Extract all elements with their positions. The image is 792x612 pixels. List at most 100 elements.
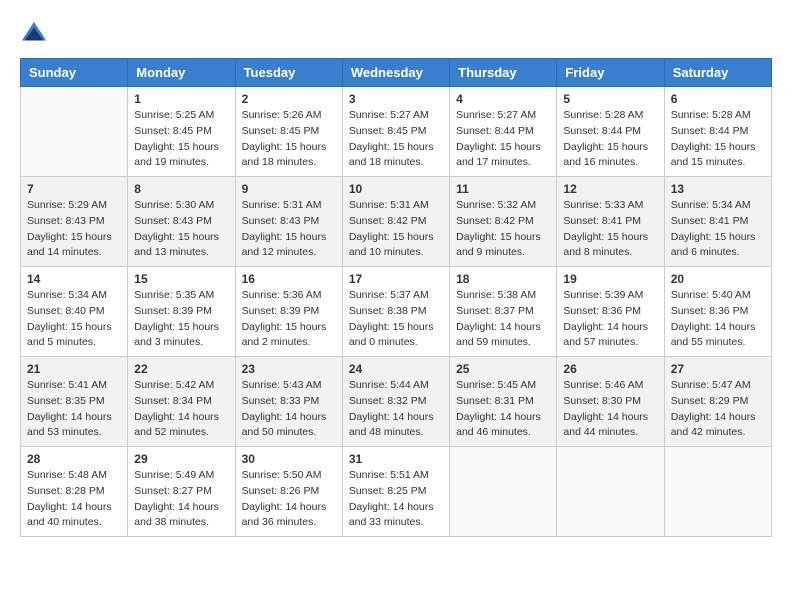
day-number: 24 (349, 362, 443, 376)
day-info: Sunrise: 5:28 AM Sunset: 8:44 PM Dayligh… (563, 108, 657, 171)
day-info: Sunrise: 5:39 AM Sunset: 8:36 PM Dayligh… (563, 288, 657, 351)
calendar-cell: 15Sunrise: 5:35 AM Sunset: 8:39 PM Dayli… (128, 267, 235, 357)
day-number: 3 (349, 92, 443, 106)
day-info: Sunrise: 5:36 AM Sunset: 8:39 PM Dayligh… (242, 288, 336, 351)
day-info: Sunrise: 5:31 AM Sunset: 8:43 PM Dayligh… (242, 198, 336, 261)
day-info: Sunrise: 5:47 AM Sunset: 8:29 PM Dayligh… (671, 378, 765, 441)
day-info: Sunrise: 5:27 AM Sunset: 8:44 PM Dayligh… (456, 108, 550, 171)
calendar-cell: 7 Sunrise: 5:29 AM Sunset: 8:43 PM Daylig… (21, 177, 128, 267)
day-number: 7 (27, 182, 121, 196)
day-number: 14 (27, 272, 121, 286)
calendar-cell: 9 Sunrise: 5:31 AM Sunset: 8:43 PM Daylig… (235, 177, 342, 267)
calendar-cell (664, 447, 771, 537)
day-info: Sunrise: 5:29 AM Sunset: 8:43 PM Dayligh… (27, 198, 121, 261)
day-info: Sunrise: 5:35 AM Sunset: 8:39 PM Dayligh… (134, 288, 228, 351)
calendar-cell: 8 Sunrise: 5:30 AM Sunset: 8:43 PM Daylig… (128, 177, 235, 267)
logo (20, 20, 52, 48)
calendar-cell: 2 Sunrise: 5:26 AM Sunset: 8:45 PM Daylig… (235, 87, 342, 177)
weekday-header-friday: Friday (557, 59, 664, 87)
calendar-cell: 11Sunrise: 5:32 AM Sunset: 8:42 PM Dayli… (450, 177, 557, 267)
weekday-header-thursday: Thursday (450, 59, 557, 87)
day-number: 11 (456, 182, 550, 196)
day-number: 22 (134, 362, 228, 376)
calendar-cell: 27 Sunrise: 5:47 AM Sunset: 8:29 PM Dayli… (664, 357, 771, 447)
weekday-header-wednesday: Wednesday (342, 59, 449, 87)
day-number: 23 (242, 362, 336, 376)
day-number: 8 (134, 182, 228, 196)
day-number: 17 (349, 272, 443, 286)
day-info: Sunrise: 5:42 AM Sunset: 8:34 PM Dayligh… (134, 378, 228, 441)
calendar-cell: 18Sunrise: 5:38 AM Sunset: 8:37 PM Dayli… (450, 267, 557, 357)
day-number: 10 (349, 182, 443, 196)
day-info: Sunrise: 5:37 AM Sunset: 8:38 PM Dayligh… (349, 288, 443, 351)
day-number: 19 (563, 272, 657, 286)
day-info: Sunrise: 5:51 AM Sunset: 8:25 PM Dayligh… (349, 468, 443, 531)
calendar-cell: 5 Sunrise: 5:28 AM Sunset: 8:44 PM Daylig… (557, 87, 664, 177)
day-info: Sunrise: 5:30 AM Sunset: 8:43 PM Dayligh… (134, 198, 228, 261)
day-number: 1 (134, 92, 228, 106)
calendar-cell: 30 Sunrise: 5:50 AM Sunset: 8:26 PM Dayli… (235, 447, 342, 537)
calendar-cell: 4Sunrise: 5:27 AM Sunset: 8:44 PM Daylig… (450, 87, 557, 177)
calendar-week-1: 1 Sunrise: 5:25 AM Sunset: 8:45 PM Daylig… (21, 87, 772, 177)
calendar-cell: 13Sunrise: 5:34 AM Sunset: 8:41 PM Dayli… (664, 177, 771, 267)
calendar-cell: 23 Sunrise: 5:43 AM Sunset: 8:33 PM Dayli… (235, 357, 342, 447)
day-info: Sunrise: 5:46 AM Sunset: 8:30 PM Dayligh… (563, 378, 657, 441)
day-number: 13 (671, 182, 765, 196)
calendar-week-2: 7 Sunrise: 5:29 AM Sunset: 8:43 PM Daylig… (21, 177, 772, 267)
logo-icon (20, 20, 48, 48)
day-number: 30 (242, 452, 336, 466)
day-info: Sunrise: 5:31 AM Sunset: 8:42 PM Dayligh… (349, 198, 443, 261)
calendar-cell (450, 447, 557, 537)
calendar-cell: 20 Sunrise: 5:40 AM Sunset: 8:36 PM Dayli… (664, 267, 771, 357)
weekday-header-monday: Monday (128, 59, 235, 87)
day-number: 20 (671, 272, 765, 286)
day-info: Sunrise: 5:26 AM Sunset: 8:45 PM Dayligh… (242, 108, 336, 171)
day-number: 25 (456, 362, 550, 376)
calendar-table: SundayMondayTuesdayWednesdayThursdayFrid… (20, 58, 772, 537)
calendar-cell: 3Sunrise: 5:27 AM Sunset: 8:45 PM Daylig… (342, 87, 449, 177)
day-number: 31 (349, 452, 443, 466)
calendar-week-5: 28 Sunrise: 5:48 AM Sunset: 8:28 PM Dayli… (21, 447, 772, 537)
day-number: 29 (134, 452, 228, 466)
weekday-header-saturday: Saturday (664, 59, 771, 87)
day-info: Sunrise: 5:34 AM Sunset: 8:40 PM Dayligh… (27, 288, 121, 351)
day-number: 9 (242, 182, 336, 196)
calendar-cell: 29Sunrise: 5:49 AM Sunset: 8:27 PM Dayli… (128, 447, 235, 537)
calendar-cell: 12 Sunrise: 5:33 AM Sunset: 8:41 PM Dayli… (557, 177, 664, 267)
calendar-cell: 17 Sunrise: 5:37 AM Sunset: 8:38 PM Dayli… (342, 267, 449, 357)
day-number: 2 (242, 92, 336, 106)
calendar-cell: 24 Sunrise: 5:44 AM Sunset: 8:32 PM Dayli… (342, 357, 449, 447)
day-info: Sunrise: 5:43 AM Sunset: 8:33 PM Dayligh… (242, 378, 336, 441)
calendar-week-4: 21Sunrise: 5:41 AM Sunset: 8:35 PM Dayli… (21, 357, 772, 447)
day-info: Sunrise: 5:33 AM Sunset: 8:41 PM Dayligh… (563, 198, 657, 261)
calendar-week-3: 14 Sunrise: 5:34 AM Sunset: 8:40 PM Dayli… (21, 267, 772, 357)
calendar-cell: 10 Sunrise: 5:31 AM Sunset: 8:42 PM Dayli… (342, 177, 449, 267)
weekday-header-row: SundayMondayTuesdayWednesdayThursdayFrid… (21, 59, 772, 87)
day-number: 26 (563, 362, 657, 376)
day-info: Sunrise: 5:25 AM Sunset: 8:45 PM Dayligh… (134, 108, 228, 171)
calendar-cell: 21Sunrise: 5:41 AM Sunset: 8:35 PM Dayli… (21, 357, 128, 447)
day-number: 5 (563, 92, 657, 106)
day-number: 28 (27, 452, 121, 466)
day-number: 21 (27, 362, 121, 376)
day-info: Sunrise: 5:40 AM Sunset: 8:36 PM Dayligh… (671, 288, 765, 351)
weekday-header-sunday: Sunday (21, 59, 128, 87)
calendar-cell: 6Sunrise: 5:28 AM Sunset: 8:44 PM Daylig… (664, 87, 771, 177)
calendar-cell (557, 447, 664, 537)
day-info: Sunrise: 5:44 AM Sunset: 8:32 PM Dayligh… (349, 378, 443, 441)
day-info: Sunrise: 5:38 AM Sunset: 8:37 PM Dayligh… (456, 288, 550, 351)
day-info: Sunrise: 5:48 AM Sunset: 8:28 PM Dayligh… (27, 468, 121, 531)
calendar-cell: 14 Sunrise: 5:34 AM Sunset: 8:40 PM Dayli… (21, 267, 128, 357)
day-number: 12 (563, 182, 657, 196)
calendar-cell: 19 Sunrise: 5:39 AM Sunset: 8:36 PM Dayli… (557, 267, 664, 357)
calendar-cell: 28 Sunrise: 5:48 AM Sunset: 8:28 PM Dayli… (21, 447, 128, 537)
day-number: 27 (671, 362, 765, 376)
day-number: 16 (242, 272, 336, 286)
calendar-cell: 16 Sunrise: 5:36 AM Sunset: 8:39 PM Dayli… (235, 267, 342, 357)
calendar-cell: 22 Sunrise: 5:42 AM Sunset: 8:34 PM Dayli… (128, 357, 235, 447)
calendar-cell (21, 87, 128, 177)
calendar-cell: 25Sunrise: 5:45 AM Sunset: 8:31 PM Dayli… (450, 357, 557, 447)
calendar-cell: 31 Sunrise: 5:51 AM Sunset: 8:25 PM Dayli… (342, 447, 449, 537)
day-info: Sunrise: 5:50 AM Sunset: 8:26 PM Dayligh… (242, 468, 336, 531)
page-header (20, 20, 772, 48)
